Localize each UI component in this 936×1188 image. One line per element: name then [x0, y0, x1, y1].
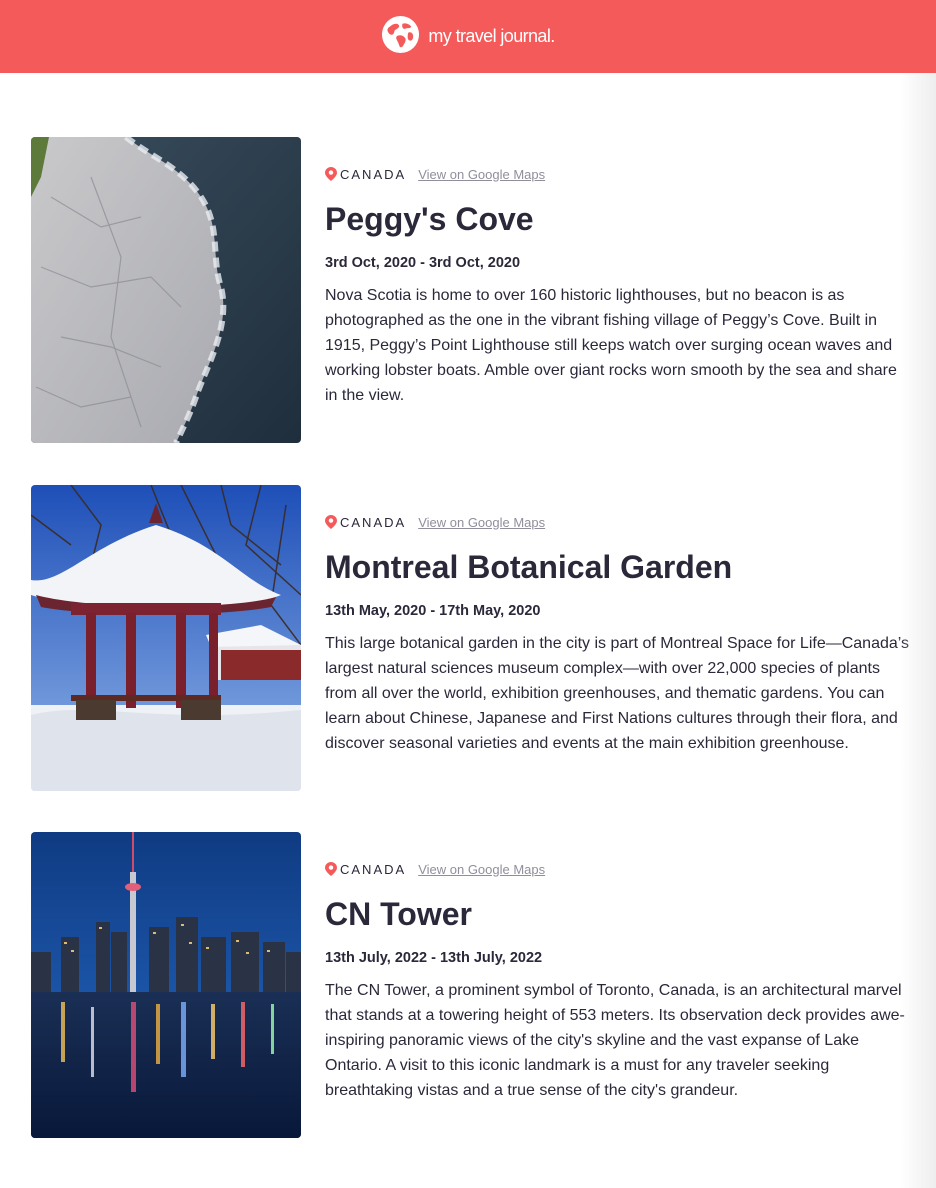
google-maps-link[interactable]: View on Google Maps [418, 515, 545, 530]
journal-entry: CANADA View on Google Maps CN Tower 13th… [31, 832, 911, 1138]
location-pin-icon [325, 167, 337, 181]
entry-dates: 13th July, 2022 - 13th July, 2022 [325, 950, 543, 966]
journal-entry: CANADA View on Google Maps Montreal Bota… [31, 485, 911, 791]
location-pin-icon [325, 862, 337, 876]
google-maps-link[interactable]: View on Google Maps [418, 167, 545, 182]
entry-title: CN Tower [325, 896, 472, 932]
entry-photo-montreal-garden [31, 485, 301, 791]
country-label: CANADA [340, 166, 407, 182]
location-pin-icon [325, 515, 337, 529]
entry-photo-peggys-cove [31, 137, 301, 443]
country-label: CANADA [340, 514, 407, 530]
entry-description: This large botanical garden in the city … [325, 635, 910, 752]
brand[interactable]: my travel journal. [381, 15, 555, 59]
country-label: CANADA [340, 861, 407, 877]
entry-title: Peggy's Cove [325, 201, 534, 237]
entry-photo-cn-tower [31, 832, 301, 1138]
app-title: my travel journal. [428, 26, 555, 46]
entry-dates: 3rd Oct, 2020 - 3rd Oct, 2020 [325, 255, 521, 271]
entry-dates: 13th May, 2020 - 17th May, 2020 [325, 603, 541, 619]
google-maps-link[interactable]: View on Google Maps [418, 862, 545, 877]
journal-entry: CANADA View on Google Maps Peggy's Cove … [31, 137, 911, 443]
entry-description: The CN Tower, a prominent symbol of Toro… [325, 982, 905, 1099]
entry-description: Nova Scotia is home to over 160 historic… [325, 287, 897, 404]
globe-icon [381, 15, 420, 59]
entry-title: Montreal Botanical Garden [325, 549, 733, 585]
app-header: my travel journal. [0, 0, 936, 73]
